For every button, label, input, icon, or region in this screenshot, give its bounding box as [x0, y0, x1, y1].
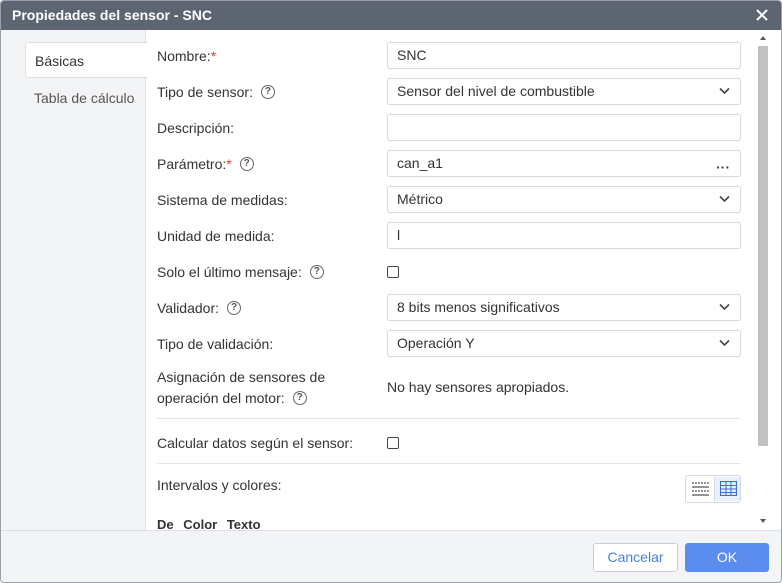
chevron-down-icon — [719, 87, 730, 95]
last-message-label: Solo el último mensaje:? — [157, 263, 324, 281]
description-input[interactable] — [387, 114, 741, 141]
name-text[interactable] — [397, 43, 727, 67]
intervals-label: Intervalos y colores: — [157, 477, 282, 493]
measure-system-label: Sistema de medidas: — [157, 192, 288, 208]
tab-sidebar: Básicas Tabla de cálculo — [1, 30, 147, 530]
validation-type-value: Operación Y — [397, 335, 475, 351]
parameter-label: Parámetro:*? — [157, 155, 254, 173]
scroll-down-icon[interactable] — [758, 516, 768, 526]
calc-sensor-label: Calcular datos según el sensor: — [157, 435, 354, 451]
dialog-titlebar: Propiedades del sensor - SNC — [1, 1, 781, 30]
close-button[interactable] — [753, 1, 771, 30]
name-input[interactable] — [387, 42, 741, 69]
tab-tabla-de-calculo[interactable]: Tabla de cálculo — [25, 80, 146, 116]
parameter-input[interactable]: ··· — [387, 150, 741, 177]
interval-column-headers: De Color Texto — [157, 517, 267, 530]
scroll-up-icon[interactable] — [758, 33, 768, 43]
validator-label: Validador:? — [157, 299, 242, 317]
table-view-button[interactable] — [714, 477, 740, 501]
help-icon[interactable]: ? — [309, 265, 324, 280]
help-icon[interactable]: ? — [292, 391, 307, 406]
help-icon[interactable]: ? — [227, 301, 242, 316]
help-icon[interactable]: ? — [239, 157, 254, 172]
view-toggle — [685, 475, 741, 503]
table-grid-icon — [720, 481, 737, 496]
validator-select[interactable]: 8 bits menos significativos — [387, 294, 741, 321]
validation-type-select[interactable]: Operación Y — [387, 330, 741, 357]
engine-sensors-value: No hay sensores apropiados. — [387, 379, 570, 395]
unit-label: Unidad de medida: — [157, 228, 275, 244]
more-options-icon[interactable]: ··· — [716, 155, 730, 180]
parameter-text[interactable] — [397, 151, 697, 175]
description-text[interactable] — [397, 115, 727, 139]
last-message-checkbox[interactable] — [387, 266, 399, 278]
description-label: Descripción: — [157, 120, 235, 136]
column-header: De — [157, 517, 174, 530]
dashed-lines-icon — [692, 482, 709, 496]
sensor-type-label: Tipo de sensor:? — [157, 83, 275, 101]
sensor-properties-dialog: Propiedades del sensor - SNC Básicas Tab… — [0, 0, 782, 583]
form-content: Nombre:* Tipo de sensor:? Sensor del niv… — [146, 30, 754, 530]
unit-input[interactable] — [387, 222, 741, 249]
tab-label: Básicas — [35, 53, 85, 69]
close-icon — [756, 9, 768, 21]
list-view-button[interactable] — [687, 477, 713, 501]
dialog-footer: Cancelar OK — [1, 530, 781, 582]
ok-button[interactable]: OK — [685, 543, 769, 572]
help-icon[interactable]: ? — [260, 85, 275, 100]
sensor-type-value: Sensor del nivel de combustible — [397, 83, 595, 99]
name-label: Nombre:* — [157, 48, 217, 64]
sensor-type-select[interactable]: Sensor del nivel de combustible — [387, 78, 741, 105]
vertical-scrollbar[interactable] — [754, 30, 771, 530]
cancel-button[interactable]: Cancelar — [593, 543, 678, 572]
unit-text[interactable] — [397, 223, 727, 247]
dialog-title: Propiedades del sensor - SNC — [12, 7, 212, 23]
chevron-down-icon — [719, 195, 730, 203]
tab-label: Tabla de cálculo — [34, 90, 135, 106]
divider — [157, 418, 741, 419]
calc-sensor-checkbox[interactable] — [387, 437, 399, 449]
engine-sensors-label: Asignación de sensores de operación del … — [157, 369, 326, 406]
chevron-down-icon — [719, 339, 730, 347]
column-header: Color — [183, 517, 218, 530]
validation-type-label: Tipo de validación: — [157, 336, 274, 352]
scroll-thumb[interactable] — [758, 46, 768, 446]
measure-system-value: Métrico — [397, 191, 443, 207]
validator-value: 8 bits menos significativos — [397, 299, 560, 315]
chevron-down-icon — [719, 303, 730, 311]
divider — [157, 463, 741, 464]
measure-system-select[interactable]: Métrico — [387, 186, 741, 213]
column-header: Texto — [226, 517, 261, 530]
tab-basicas[interactable]: Básicas — [25, 42, 147, 78]
